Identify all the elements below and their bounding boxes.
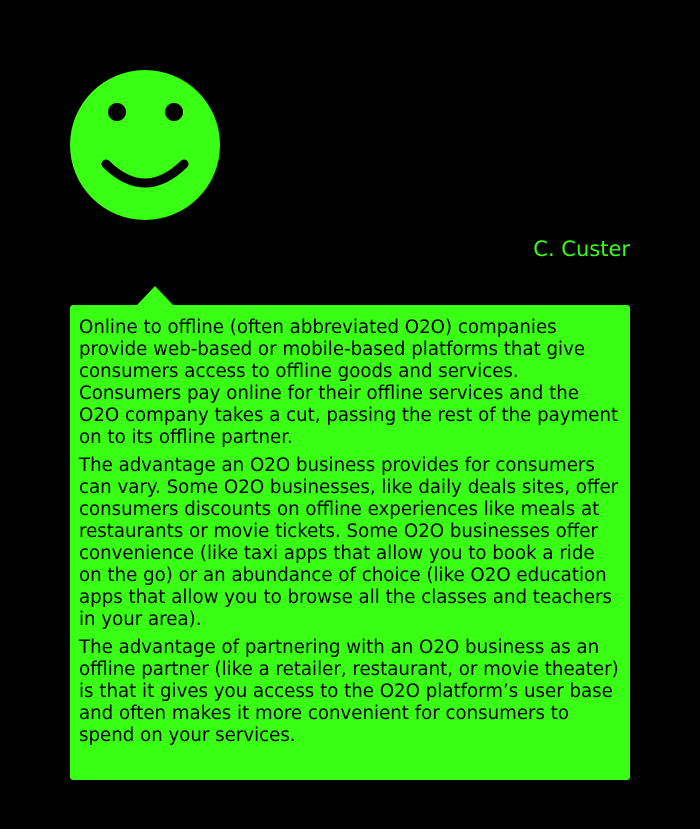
bubble-paragraph: The advantage of partnering with an O2O … xyxy=(79,637,619,746)
avatar-right-eye xyxy=(165,103,183,121)
author-name: C. Custer xyxy=(533,237,630,261)
smiley-face-icon xyxy=(70,70,220,220)
bubble-paragraph: Online to offline (often abbreviated O2O… xyxy=(79,317,619,448)
avatar-face xyxy=(70,70,220,220)
speech-bubble-tail xyxy=(137,286,173,305)
bubble-paragraph: The advantage an O2O business provides f… xyxy=(79,455,619,630)
speech-bubble: Online to offline (often abbreviated O2O… xyxy=(70,305,630,780)
avatar-left-eye xyxy=(108,103,126,121)
